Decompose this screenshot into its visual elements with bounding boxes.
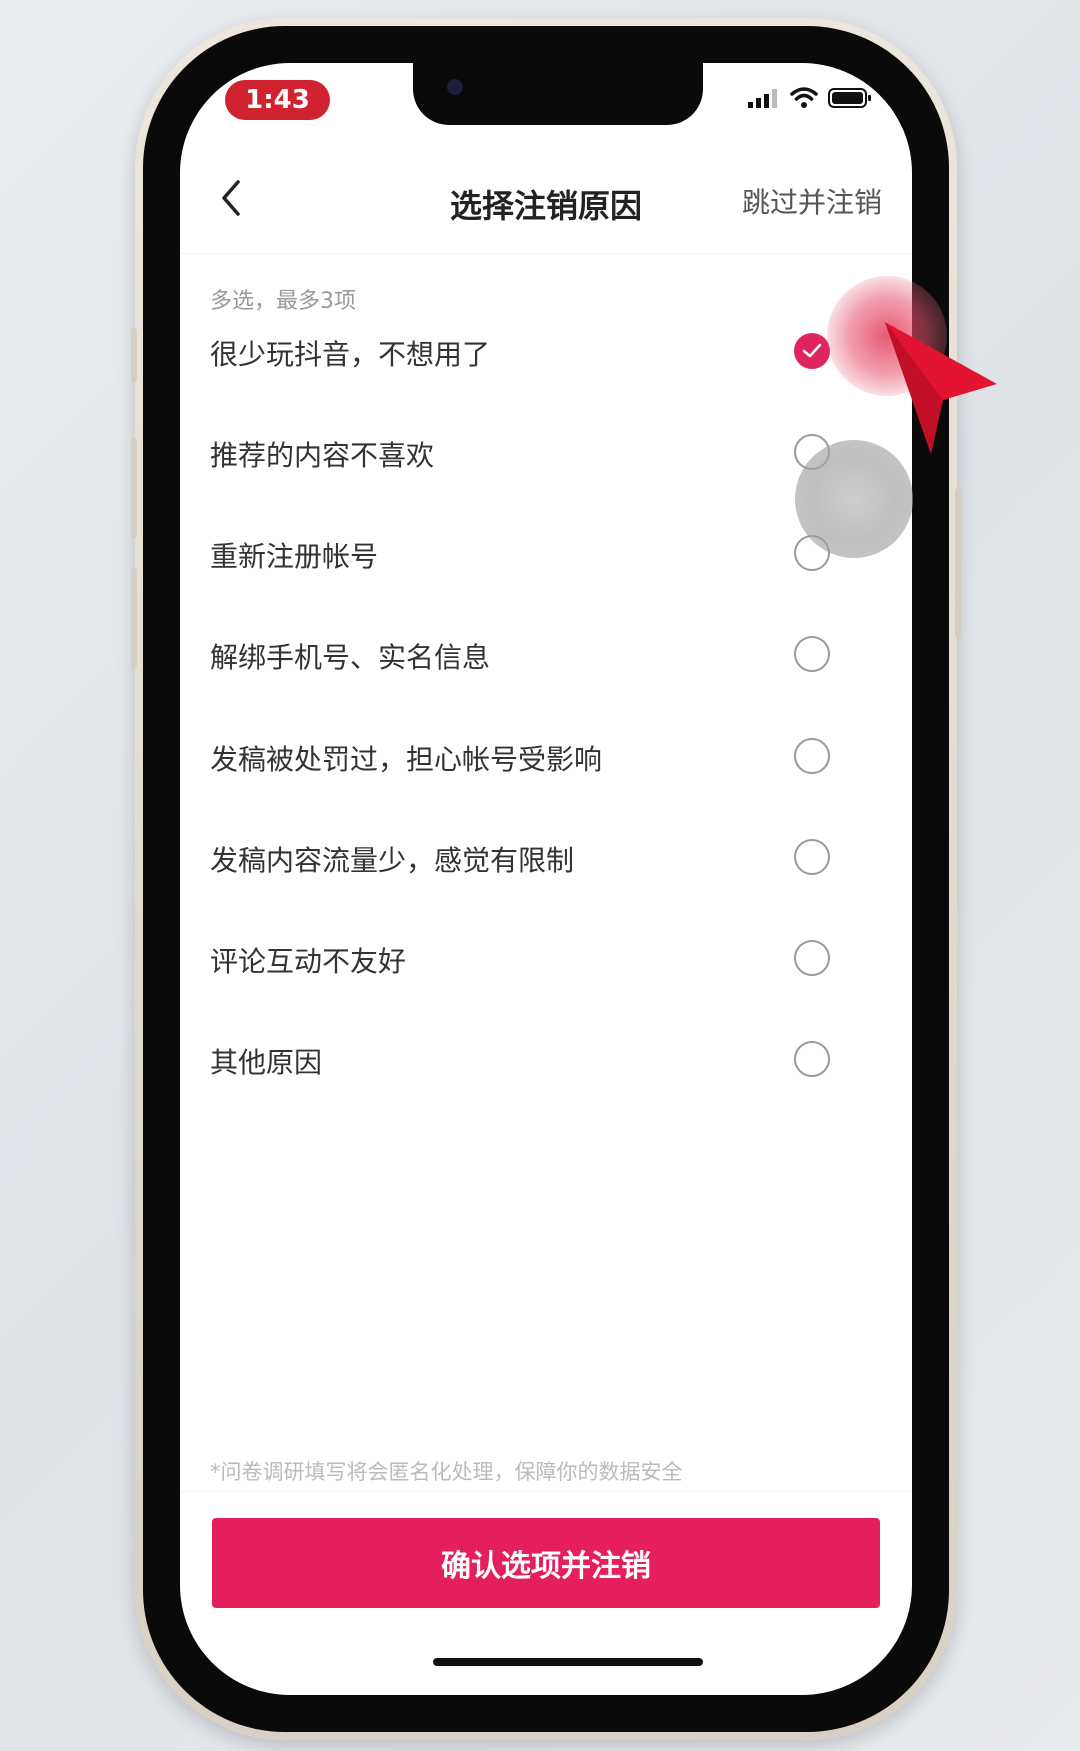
confirm-and-cancel-button[interactable]: 确认选项并注销 [212, 1518, 880, 1608]
reason-option[interactable]: 很少玩抖音，不想用了 [180, 311, 912, 391]
phone-frame: 1:43 选择注销原因 跳过并注销 多选，最多3项 很少玩抖音，不想用了 推荐的… [131, 18, 961, 1740]
reason-option[interactable]: 评论互动不友好 [180, 918, 912, 998]
screen: 1:43 选择注销原因 跳过并注销 多选，最多3项 很少玩抖音，不想用了 推荐的… [180, 63, 912, 1695]
reason-label: 很少玩抖音，不想用了 [210, 338, 491, 371]
checkbox[interactable] [794, 636, 830, 672]
status-icons [748, 87, 872, 109]
reason-label: 其他原因 [210, 1046, 323, 1079]
home-indicator [433, 1658, 703, 1666]
checkbox-checked[interactable] [794, 333, 830, 369]
reason-option[interactable]: 发稿内容流量少，感觉有限制 [180, 817, 912, 897]
checkbox[interactable] [794, 839, 830, 875]
reason-label: 推荐的内容不喜欢 [210, 439, 435, 472]
reason-label: 发稿被处罚过，担心帐号受影响 [210, 743, 603, 776]
reason-label: 解绑手机号、实名信息 [210, 641, 491, 674]
volume-up-button [131, 438, 137, 538]
phone-bezel: 1:43 选择注销原因 跳过并注销 多选，最多3项 很少玩抖音，不想用了 推荐的… [143, 26, 949, 1732]
reason-label: 重新注册帐号 [210, 540, 379, 573]
divider [180, 1491, 912, 1492]
checkbox[interactable] [794, 1041, 830, 1077]
reason-option[interactable]: 其他原因 [180, 1019, 912, 1099]
reason-option[interactable]: 发稿被处罚过，担心帐号受影响 [180, 716, 912, 796]
wifi-icon [790, 87, 818, 108]
battery-icon [828, 88, 871, 108]
reason-label: 评论互动不友好 [210, 945, 407, 978]
volume-down-button [131, 568, 137, 668]
checkmark-icon [802, 343, 822, 358]
front-camera [447, 79, 463, 95]
skip-and-cancel-link[interactable]: 跳过并注销 [742, 181, 882, 221]
signal-icon [748, 89, 777, 108]
checkbox[interactable] [794, 940, 830, 976]
mute-switch [131, 328, 137, 383]
checkbox[interactable] [794, 738, 830, 774]
notch [413, 63, 703, 125]
privacy-footnote: *问卷调研填写将会匿名化处理，保障你的数据安全 [210, 1460, 683, 1484]
reason-option[interactable]: 解绑手机号、实名信息 [180, 614, 912, 694]
status-time: 1:43 [225, 80, 330, 120]
power-button [955, 488, 961, 638]
reason-label: 发稿内容流量少，感觉有限制 [210, 844, 575, 877]
pointer-cursor-icon [885, 322, 997, 454]
nav-header: 选择注销原因 跳过并注销 [180, 153, 912, 254]
